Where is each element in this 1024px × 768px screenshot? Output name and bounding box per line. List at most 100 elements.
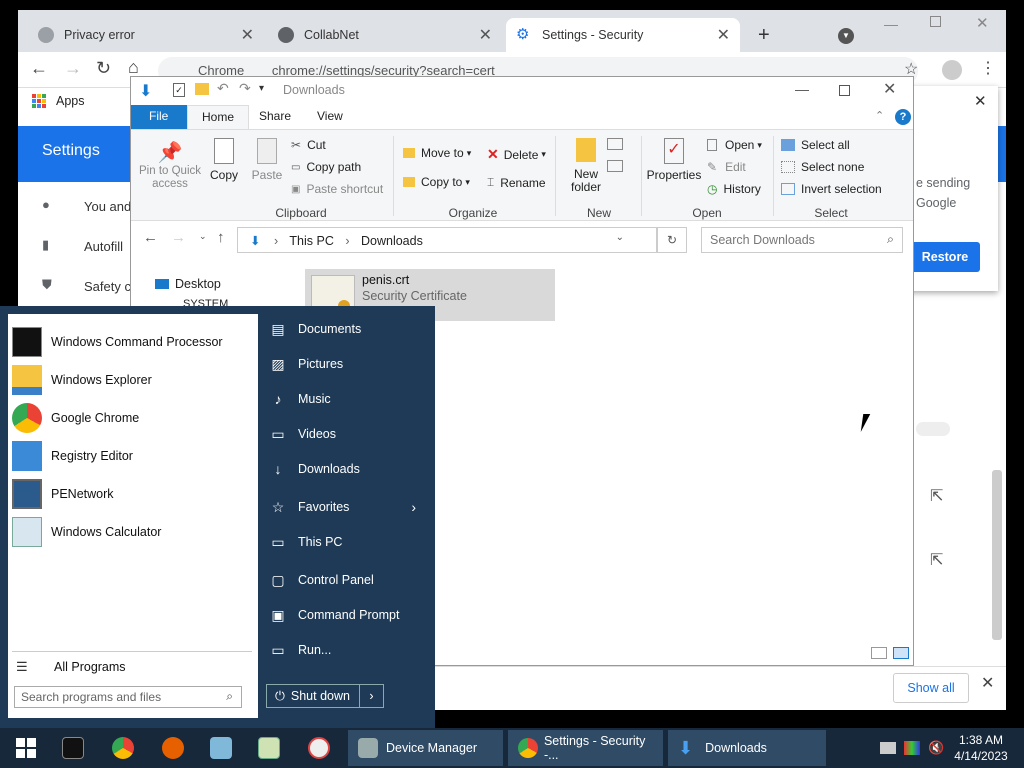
settings-nav-safety-check[interactable]: ⛊ Safety c: [42, 276, 131, 296]
start-link-favorites[interactable]: ☆ Favorites ›: [270, 492, 430, 522]
tab-share[interactable]: Share: [245, 105, 305, 129]
copy-button[interactable]: Copy: [207, 138, 241, 182]
refresh-icon[interactable]: ↻: [657, 227, 687, 253]
paste-shortcut-button[interactable]: ▣ Paste shortcut: [291, 182, 383, 196]
tab-search-icon[interactable]: ▼: [838, 28, 854, 44]
restore-button[interactable]: Restore: [910, 242, 980, 272]
copy-path-button[interactable]: ▭ Copy path: [291, 160, 361, 174]
taskbar-spreadsheet[interactable]: [258, 730, 280, 766]
properties-button[interactable]: ✓ Properties: [647, 138, 701, 182]
paste-button[interactable]: Paste: [249, 138, 285, 182]
move-to-button[interactable]: Move to ▾: [403, 146, 471, 160]
clock[interactable]: 1:38 AM 4/14/2023: [950, 732, 1012, 764]
tiles-view-icon[interactable]: [893, 647, 909, 659]
delete-button[interactable]: ✕ Delete ▾: [487, 146, 546, 163]
start-link-command-prompt[interactable]: ▣ Command Prompt: [270, 600, 430, 630]
select-all-button[interactable]: Select all: [781, 138, 850, 152]
tab-view[interactable]: View: [303, 105, 357, 129]
taskbar-cmd[interactable]: [62, 730, 84, 766]
chevron-down-icon[interactable]: ⌄: [199, 231, 207, 242]
close-icon[interactable]: ✕: [981, 673, 994, 693]
tray-display[interactable]: [904, 730, 920, 766]
start-search-input[interactable]: Search programs and files ⌕: [14, 686, 242, 708]
task-downloads[interactable]: ⬇ Downloads: [668, 730, 826, 766]
chevron-down-icon[interactable]: ⌄: [616, 232, 624, 243]
task-settings-security[interactable]: Settings - Security -...: [508, 730, 663, 766]
back-icon[interactable]: ←: [143, 229, 158, 246]
breadcrumb[interactable]: ⬇ › This PC › Downloads ⌄: [237, 227, 657, 253]
start-button[interactable]: [14, 730, 38, 766]
program-calculator[interactable]: Windows Calculator: [12, 515, 161, 549]
nav-item-desktop[interactable]: Desktop: [155, 277, 221, 291]
scrollbar[interactable]: [992, 470, 1002, 640]
forward-icon[interactable]: →: [64, 58, 82, 79]
history-button[interactable]: ◷ History: [707, 182, 761, 196]
apps-icon[interactable]: [32, 94, 46, 108]
properties-icon[interactable]: ✓: [173, 83, 185, 97]
settings-nav-autofill[interactable]: ▮ Autofill: [42, 236, 123, 256]
program-penetwork[interactable]: PENetwork: [12, 477, 114, 511]
breadcrumb-item[interactable]: This PC: [289, 234, 333, 248]
open-button[interactable]: Open ▾: [707, 138, 762, 152]
help-icon[interactable]: ?: [895, 109, 911, 125]
close-icon[interactable]: ✕: [974, 92, 987, 110]
invert-selection-button[interactable]: Invert selection: [781, 182, 882, 196]
menu-icon[interactable]: ⋮: [980, 58, 996, 78]
start-link-documents[interactable]: ▤ Documents: [270, 314, 430, 344]
undo-icon[interactable]: ↶: [217, 80, 229, 97]
reload-icon[interactable]: ↻: [96, 58, 111, 79]
taskbar-firefox[interactable]: [162, 730, 184, 766]
shutdown-button[interactable]: ⏻ Shut down ›: [266, 684, 384, 708]
chevron-right-icon[interactable]: ›: [359, 685, 383, 707]
new-folder-button[interactable]: New folder: [565, 138, 607, 194]
home-icon[interactable]: ⌂: [128, 57, 139, 78]
folder-icon[interactable]: [195, 83, 209, 95]
maximize-icon[interactable]: [930, 16, 941, 27]
new-tab-button[interactable]: +: [758, 24, 770, 47]
tab-collabnet[interactable]: CollabNet ✕: [268, 18, 502, 52]
start-link-control-panel[interactable]: ▢ Control Panel: [270, 565, 430, 595]
start-link-pictures[interactable]: ▨ Pictures: [270, 349, 430, 379]
program-registry[interactable]: Registry Editor: [12, 439, 133, 473]
tray-network[interactable]: [880, 730, 896, 766]
minimize-icon[interactable]: —: [884, 16, 898, 32]
program-explorer[interactable]: Windows Explorer: [12, 363, 152, 397]
start-link-this-pc[interactable]: ▭ This PC: [270, 527, 430, 557]
tab-home[interactable]: Home: [187, 105, 250, 129]
taskbar-chrome[interactable]: [112, 730, 134, 766]
chevron-up-icon[interactable]: ⌃: [875, 109, 884, 122]
close-icon[interactable]: ✕: [717, 25, 730, 45]
start-link-run[interactable]: ▭ Run...: [270, 635, 430, 665]
taskbar-notepad[interactable]: [210, 730, 232, 766]
close-icon[interactable]: ✕: [883, 79, 896, 99]
copy-to-button[interactable]: Copy to ▾: [403, 175, 470, 189]
minimize-icon[interactable]: —: [795, 81, 809, 97]
maximize-icon[interactable]: [839, 85, 850, 96]
breadcrumb-item[interactable]: Downloads: [361, 234, 423, 248]
close-icon[interactable]: ✕: [241, 25, 254, 45]
taskbar-paint[interactable]: [308, 730, 330, 766]
start-link-downloads[interactable]: ↓ Downloads: [270, 454, 430, 484]
up-icon[interactable]: ↑: [217, 229, 225, 246]
task-device-manager[interactable]: Device Manager: [348, 730, 503, 766]
start-link-music[interactable]: ♪ Music: [270, 384, 430, 414]
apps-link[interactable]: Apps: [56, 94, 85, 108]
external-link-icon[interactable]: ⇱: [930, 486, 943, 506]
pin-quick-access-button[interactable]: 📌 Pin to Quick access: [139, 140, 201, 191]
forward-icon[interactable]: →: [171, 229, 186, 246]
tab-privacy-error[interactable]: Privacy error ✕: [28, 18, 264, 52]
show-all-button[interactable]: Show all: [893, 673, 969, 703]
avatar[interactable]: [942, 60, 962, 80]
edit-button[interactable]: ✎ Edit: [707, 160, 746, 174]
program-chrome[interactable]: Google Chrome: [12, 401, 139, 435]
start-link-videos[interactable]: ▭ Videos: [270, 419, 430, 449]
external-link-icon[interactable]: ⇱: [930, 550, 943, 570]
back-icon[interactable]: ←: [30, 58, 48, 79]
search-input[interactable]: Search Downloads ⌕: [701, 227, 903, 253]
select-none-button[interactable]: Select none: [781, 160, 864, 174]
details-view-icon[interactable]: [871, 647, 887, 659]
new-item-icon[interactable]: [607, 138, 623, 150]
close-icon[interactable]: ✕: [479, 25, 492, 45]
easy-access-icon[interactable]: [607, 160, 623, 172]
cut-button[interactable]: ✂ Cut: [291, 138, 326, 152]
